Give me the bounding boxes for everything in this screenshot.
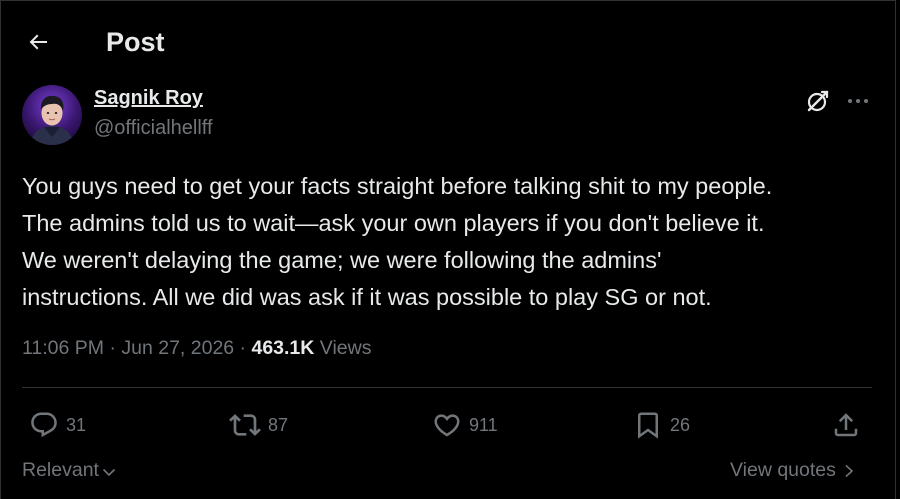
- sort-replies-dropdown[interactable]: Relevant: [22, 459, 117, 482]
- author-handle[interactable]: @officialhellff: [94, 117, 213, 140]
- divider: [22, 387, 872, 388]
- avatar[interactable]: [22, 85, 82, 145]
- bookmark-button[interactable]: 26: [633, 405, 690, 445]
- reply-count: 31: [66, 414, 87, 435]
- views-label: Views: [319, 337, 372, 359]
- repost-count: 87: [268, 414, 289, 435]
- author-name[interactable]: Sagnik Roy: [94, 87, 203, 110]
- sort-label: Relevant: [22, 459, 99, 481]
- share-button[interactable]: [831, 405, 861, 445]
- reply-button[interactable]: 31: [29, 405, 86, 445]
- repost-icon: [229, 414, 261, 436]
- views-count: 463.1K: [251, 337, 315, 359]
- bookmark-count: 26: [670, 414, 691, 435]
- back-button[interactable]: [21, 25, 55, 59]
- repost-button[interactable]: 87: [229, 405, 288, 445]
- chevron-down-icon: [102, 468, 116, 477]
- meta-separator: ·: [104, 337, 122, 359]
- tweet-date[interactable]: Jun 27, 2026: [121, 337, 234, 359]
- avatar-image: [22, 85, 82, 145]
- post-page: Post Sagnik Roy @officialhellff You guys…: [0, 0, 896, 499]
- chevron-right-icon: [845, 464, 854, 477]
- bookmark-icon: [638, 412, 658, 439]
- view-quotes-label: View quotes: [730, 459, 836, 481]
- heart-icon: [434, 414, 460, 437]
- tweet-meta: 11:06 PM · Jun 27, 2026 · 463.1K Views: [22, 337, 371, 360]
- more-horizontal-icon: [848, 99, 868, 103]
- reply-icon: [31, 412, 57, 438]
- grok-button[interactable]: [804, 87, 832, 115]
- tweet-text: You guys need to get your facts straight…: [22, 173, 773, 310]
- view-quotes-link[interactable]: View quotes: [730, 459, 856, 482]
- grok-icon: [807, 90, 829, 112]
- more-options-button[interactable]: [843, 87, 873, 115]
- like-count: 911: [469, 414, 498, 435]
- arrow-left-icon: [29, 34, 47, 50]
- like-button[interactable]: 911: [432, 405, 498, 445]
- share-icon: [834, 413, 858, 437]
- tweet-time[interactable]: 11:06 PM: [22, 337, 104, 359]
- page-title: Post: [106, 27, 165, 57]
- meta-separator: ·: [234, 337, 252, 359]
